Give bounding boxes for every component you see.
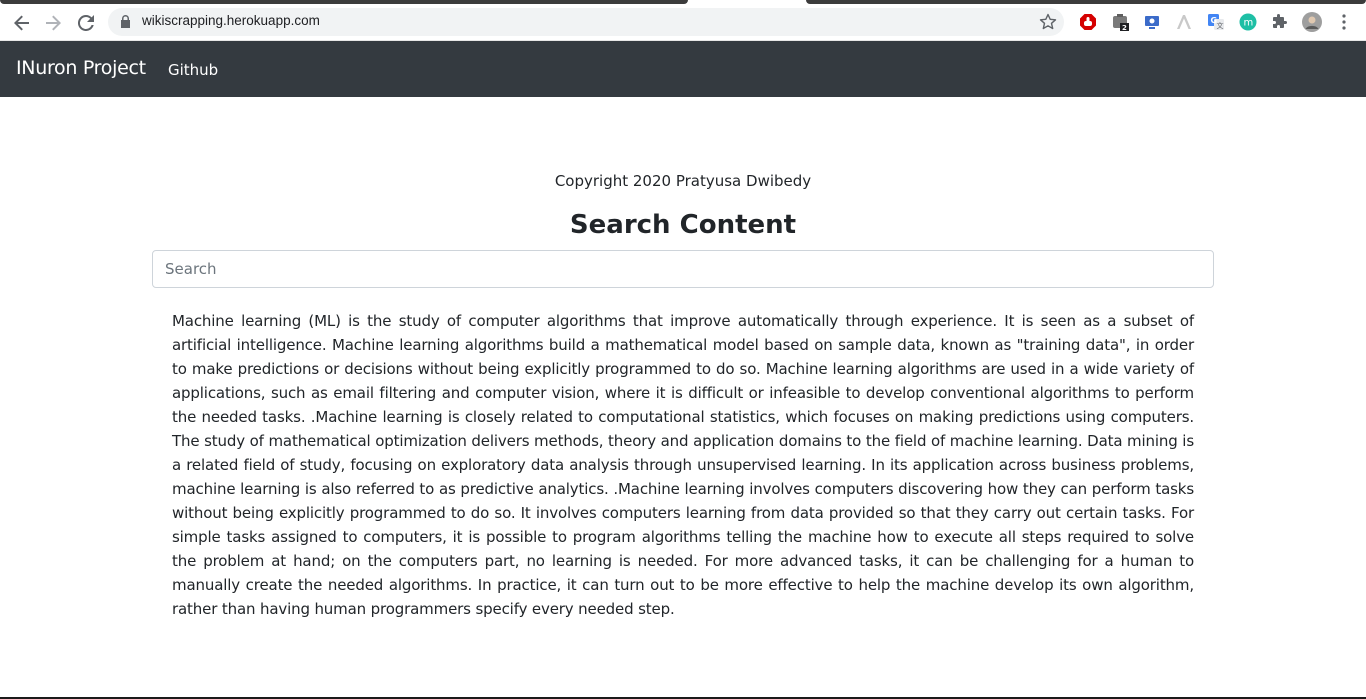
article-text: Machine learning (ML) is the study of co… [172, 312, 1194, 618]
svg-text:文: 文 [1217, 21, 1224, 30]
ublock-icon[interactable] [1078, 12, 1098, 32]
kebab-menu-icon[interactable] [1334, 12, 1354, 32]
lock-icon[interactable] [120, 15, 131, 28]
reload-icon [78, 15, 94, 31]
inactive-tab-edge [0, 0, 688, 4]
profile-avatar-icon[interactable] [1302, 12, 1322, 32]
copyright-text: Copyright 2020 Pratyusa Dwibedy [554, 172, 812, 190]
browser-toolbar: wikiscrapping.herokuapp.com 2 G 文 m [0, 5, 1366, 41]
brand-link[interactable]: INuron Project [16, 57, 146, 79]
address-bar[interactable]: wikiscrapping.herokuapp.com [108, 8, 1064, 36]
bookmark-star-icon[interactable] [1038, 12, 1058, 32]
svg-text:m: m [1244, 18, 1254, 29]
m-extension-icon[interactable]: m [1238, 12, 1258, 32]
search-input[interactable] [152, 250, 1214, 288]
forward-button[interactable] [38, 8, 68, 38]
site-navbar: INuron Project Github [0, 41, 1366, 97]
github-link[interactable]: Github [168, 61, 218, 79]
screen-capture-icon[interactable] [1142, 12, 1162, 32]
puzzle-icon[interactable] [1270, 12, 1290, 32]
read-aloud-icon[interactable] [1174, 12, 1194, 32]
arrow-left-icon [14, 15, 29, 31]
briefcase-icon[interactable]: 2 [1110, 12, 1130, 32]
arrow-right-icon [46, 15, 61, 31]
url-text[interactable]: wikiscrapping.herokuapp.com [142, 13, 320, 28]
inactive-tab-edge [806, 0, 1366, 4]
reload-button[interactable] [71, 8, 101, 38]
page-title: Search Content [569, 210, 797, 240]
back-button[interactable] [7, 8, 37, 38]
translate-icon[interactable]: G 文 [1206, 12, 1226, 32]
extension-badge: 2 [1122, 24, 1127, 31]
